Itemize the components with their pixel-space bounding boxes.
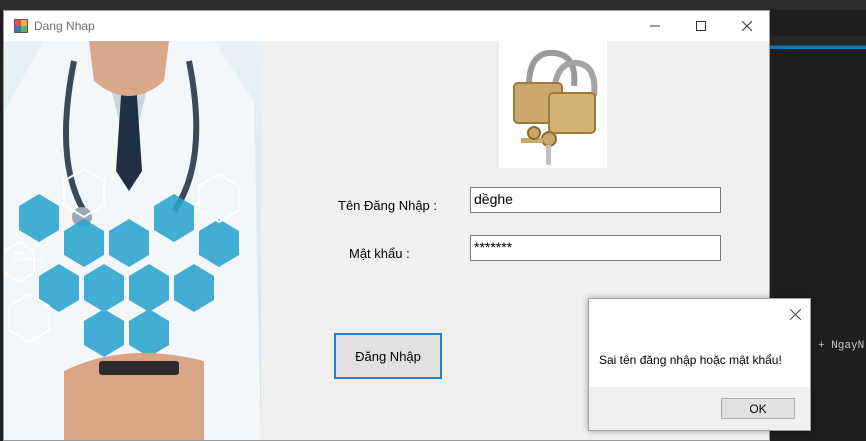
title-bar[interactable]: Dang Nhap [4, 11, 769, 41]
close-icon [789, 308, 801, 320]
health-insurance-badge: HEALTH INSURANCE [14, 251, 44, 263]
username-input[interactable]: dềghe [470, 187, 721, 213]
ide-tab-bar [0, 0, 866, 10]
dialog-close-button[interactable] [785, 304, 805, 324]
close-icon [742, 21, 752, 31]
maximize-button[interactable] [678, 11, 724, 41]
login-button[interactable]: Đăng Nhập [334, 333, 442, 379]
username-label: Tên Đăng Nhập : [338, 198, 438, 213]
error-message-text: Sai tên đăng nhập hoặc mật khẩu! [599, 353, 782, 367]
dialog-footer: OK [589, 387, 810, 430]
ide-code-fragment: + NgayN [818, 340, 865, 352]
app-icon [14, 19, 28, 33]
minimize-button[interactable] [632, 11, 678, 41]
lock-image [499, 41, 607, 168]
ide-active-tab-indicator [770, 46, 866, 49]
password-input[interactable]: ******* [470, 235, 721, 261]
doctor-illustration [4, 41, 261, 440]
minimize-icon [650, 25, 660, 27]
password-label: Mật khẩu : [349, 246, 410, 261]
error-message-dialog: Sai tên đăng nhập hoặc mật khẩu! OK [588, 298, 811, 431]
ide-editor-tab-strip [770, 36, 866, 46]
doctor-photo: HEALTH INSURANCE [4, 41, 261, 440]
close-button[interactable] [724, 11, 769, 41]
window-title: Dang Nhap [34, 19, 95, 33]
padlock-icon [513, 49, 598, 165]
ok-button[interactable]: OK [721, 398, 795, 419]
maximize-icon [696, 21, 706, 31]
